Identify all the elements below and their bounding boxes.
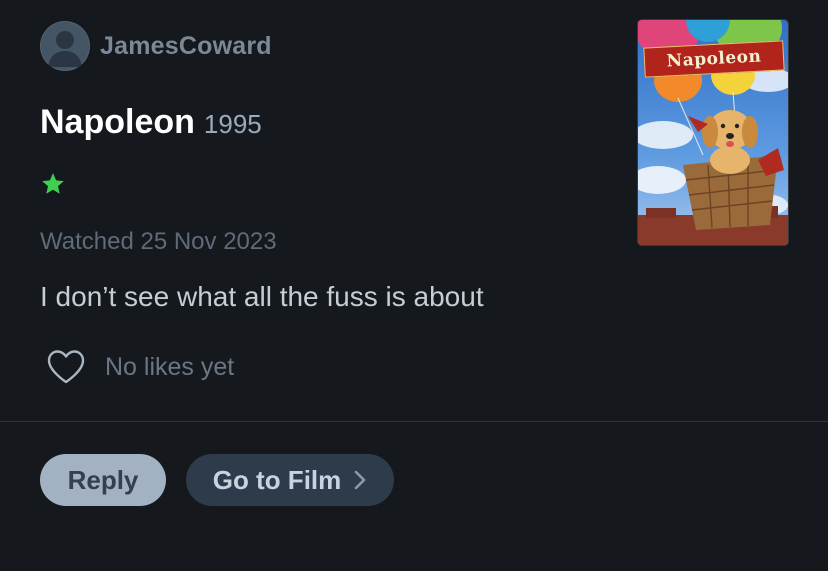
divider (0, 421, 828, 422)
go-to-film-button[interactable]: Go to Film (186, 454, 394, 506)
likes-count: No likes yet (105, 352, 235, 381)
likes-row: No likes yet (46, 349, 234, 385)
chevron-right-icon (354, 470, 366, 490)
film-year[interactable]: 1995 (204, 109, 262, 140)
user-row[interactable]: JamesCoward (40, 21, 272, 71)
username[interactable]: JamesCoward (100, 32, 272, 61)
heart-icon[interactable] (46, 349, 86, 385)
review-screen: JamesCoward Napoleon 1995 Watched 25 Nov… (0, 0, 828, 571)
film-title[interactable]: Napoleon (40, 103, 195, 142)
reply-button[interactable]: Reply (40, 454, 166, 506)
reply-button-label: Reply (67, 464, 139, 495)
go-to-film-label: Go to Film (212, 464, 342, 495)
film-heading: Napoleon 1995 (40, 103, 262, 142)
review-body: I don’t see what all the fuss is about (40, 281, 484, 312)
avatar[interactable] (40, 21, 90, 71)
film-poster[interactable]: Napoleon (638, 20, 788, 245)
watched-date: Watched 25 Nov 2023 (40, 228, 277, 255)
star-icon (42, 173, 64, 194)
user-silhouette-icon (48, 31, 82, 67)
review-card: JamesCoward Napoleon 1995 Watched 25 Nov… (0, 0, 828, 422)
action-bar: Reply Go to Film (40, 454, 394, 506)
